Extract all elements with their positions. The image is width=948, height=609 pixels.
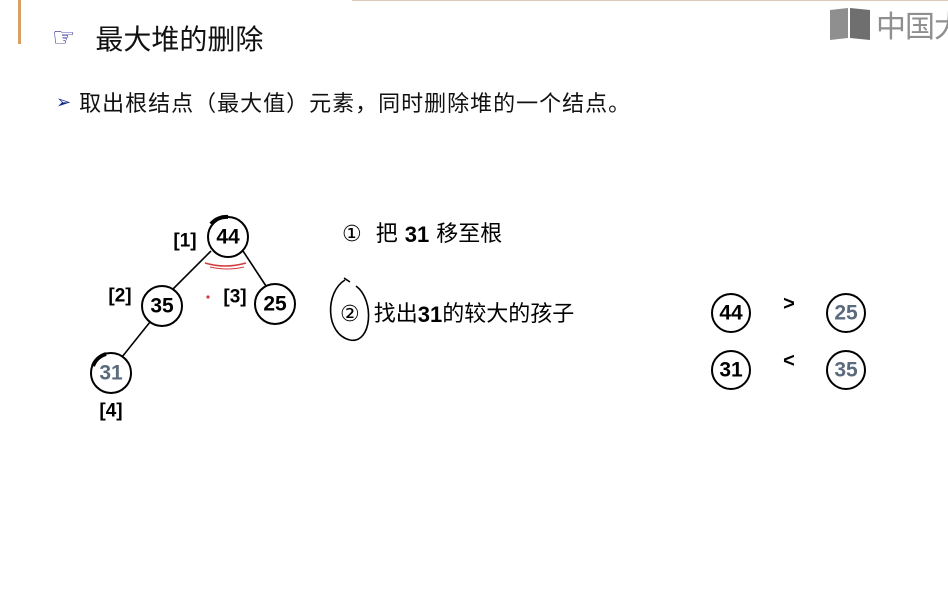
compare-left-value: 44 (719, 302, 743, 325)
tree-edge (242, 250, 267, 287)
node-value: 44 (216, 226, 240, 249)
node-value: 35 (150, 295, 174, 318)
compare-operator: > (783, 293, 795, 315)
step-marker: ① (342, 222, 362, 247)
step-marker: ② (340, 302, 360, 327)
compare-operator: < (783, 350, 795, 372)
compare-left-value: 31 (719, 359, 743, 382)
node-value: 31 (99, 362, 123, 385)
heap-node-2: 35 (141, 285, 183, 327)
node-index: [3] (223, 287, 246, 308)
heap-node-1: 44 (207, 214, 249, 258)
step-text: 找出 (374, 302, 418, 327)
heap-diagram: 44 [1] 35 [2] 25 [3] 31 [4] ①把 31 移至根 ②找… (90, 214, 866, 422)
red-underline-mark (204, 262, 247, 267)
red-dot-mark (206, 295, 210, 299)
step-bold-value: 31 (405, 222, 429, 247)
heap-node-4: 31 (90, 352, 132, 394)
node-index: [2] (108, 286, 131, 307)
step-text: 移至根 (429, 222, 502, 247)
comparison-row-2: 31 < 35 (711, 350, 866, 390)
tree-edge (121, 321, 151, 358)
compare-right-value: 35 (834, 359, 858, 382)
node-index: [1] (173, 231, 196, 252)
step-bold-value: 31 (418, 302, 442, 327)
comparison-row-1: 44 > 25 (711, 293, 866, 333)
node-index: [4] (99, 401, 122, 422)
heap-node-3: 25 (254, 283, 296, 325)
step-text: 的较大的孩子 (442, 302, 574, 327)
compare-right-value: 25 (834, 302, 858, 325)
step-text: 把 (376, 222, 405, 247)
step-1: ①把 31 移至根 (342, 222, 502, 247)
node-value: 25 (263, 293, 287, 316)
tree-edge (171, 250, 212, 291)
red-underline-mark (209, 266, 245, 270)
step-2: ② 找出31的较大的孩子 (340, 302, 574, 327)
